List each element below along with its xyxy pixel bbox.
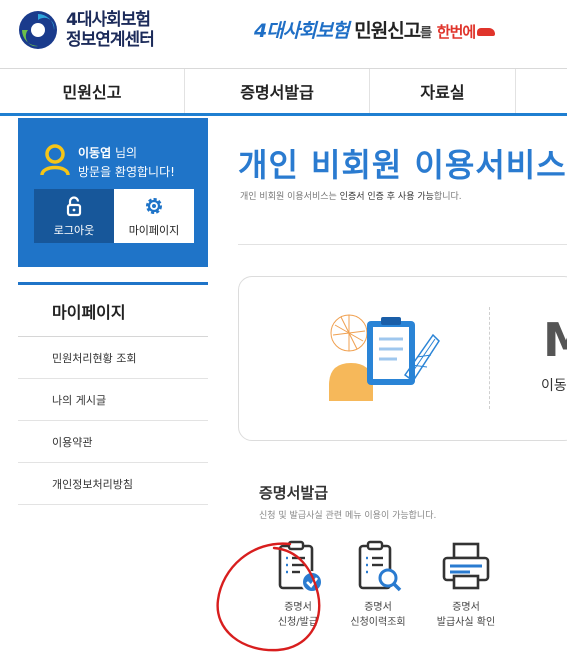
logout-button[interactable]: 로그아웃 <box>34 189 114 243</box>
printer-icon <box>442 542 490 590</box>
subtitle-post: 합니다. <box>433 192 462 202</box>
page-subtitle: 개인 비회원 이용서비스는 인증서 인증 후 사용 가능합니다. <box>240 189 462 202</box>
service-apply-line1: 증명서 <box>284 602 312 613</box>
slogan-part3: 를 <box>420 26 432 41</box>
side-item-my-posts[interactable]: 나의 게시글 <box>18 379 208 421</box>
service-verify-line2: 발급사실 확인 <box>436 617 496 628</box>
nav-item-resources[interactable]: 자료실 <box>370 69 516 113</box>
service-verify-line1: 증명서 <box>452 602 480 613</box>
service-history-line2: 신청이력조회 <box>350 617 406 628</box>
certificate-illustration <box>329 314 440 401</box>
nav-item-certificate[interactable]: 증명서발급 <box>185 69 370 113</box>
car-icon <box>477 27 496 36</box>
side-menu-title: 마이페이지 <box>18 285 208 337</box>
logo-icon <box>19 11 57 49</box>
service-history-line1: 증명서 <box>364 602 392 613</box>
section-title: 증명서발급 <box>259 484 329 502</box>
header: 4대사회보험 정보연계센터 4대사회보험 민원신고를 한번에 <box>0 0 567 68</box>
card-divider <box>489 307 490 409</box>
section-subtitle: 신청 및 발급사실 관련 메뉴 이용이 가능합니다. <box>259 511 437 521</box>
user-name-suffix: 님의 <box>114 146 138 160</box>
user-name: 이동엽 <box>78 146 112 160</box>
user-box: 이동엽 님의 방문을 환영합니다! 로그아웃 마이페이지 <box>18 118 208 267</box>
divider <box>238 244 567 245</box>
side-item-privacy[interactable]: 개인정보처리방침 <box>18 463 208 505</box>
logout-label: 로그아웃 <box>53 223 95 237</box>
lock-icon <box>66 195 82 216</box>
service-apply-issue[interactable]: 증명서 신청/발급 <box>253 540 343 630</box>
logo[interactable]: 4대사회보험 정보연계센터 <box>18 10 155 50</box>
slogan-part4: 한번에 <box>436 23 476 41</box>
side-item-complaint-status[interactable]: 민원처리현황 조회 <box>18 337 208 379</box>
subtitle-bold: 인증서 인증 후 사용 가능 <box>339 192 434 202</box>
user-icon <box>40 144 70 176</box>
slogan-part2: 민원신고 <box>354 20 421 42</box>
card-text: 이동 <box>541 378 567 394</box>
auth-card[interactable]: M 이동 <box>238 276 567 441</box>
welcome-message: 이동엽 님의 방문을 환영합니다! <box>78 144 175 182</box>
side-menu: 마이페이지 민원처리현황 조회 나의 게시글 이용약관 개인정보처리방침 <box>18 282 208 505</box>
gear-icon <box>146 197 162 214</box>
service-history[interactable]: 증명서 신청이력조회 <box>333 540 423 630</box>
logo-text-line1: 4대사회보험 <box>66 10 151 30</box>
slogan: 4대사회보험 민원신고를 한번에 <box>254 16 496 43</box>
welcome-text: 방문을 환영합니다! <box>78 165 175 179</box>
service-issue-verify[interactable]: 증명서 발급사실 확인 <box>421 540 511 630</box>
page: 4대사회보험 정보연계센터 4대사회보험 민원신고를 한번에 민원신고 증명서발… <box>0 0 567 656</box>
side-item-terms[interactable]: 이용약관 <box>18 421 208 463</box>
mypage-button[interactable]: 마이페이지 <box>114 189 194 243</box>
mypage-label: 마이페이지 <box>128 223 180 237</box>
main-nav: 민원신고 증명서발급 자료실 <box>0 68 567 116</box>
certificate-check-icon <box>278 540 323 593</box>
certificate-search-icon <box>358 540 402 592</box>
service-apply-line2: 신청/발급 <box>277 617 319 628</box>
page-title: 개인 비회원 이용서비스 <box>238 146 567 184</box>
slogan-part1: 4대사회보험 <box>254 20 350 42</box>
subtitle-pre: 개인 비회원 이용서비스는 <box>240 192 340 202</box>
logo-text-line2: 정보연계센터 <box>66 30 155 50</box>
card-letter: M <box>543 313 567 367</box>
nav-item-complaint[interactable]: 민원신고 <box>0 69 185 113</box>
